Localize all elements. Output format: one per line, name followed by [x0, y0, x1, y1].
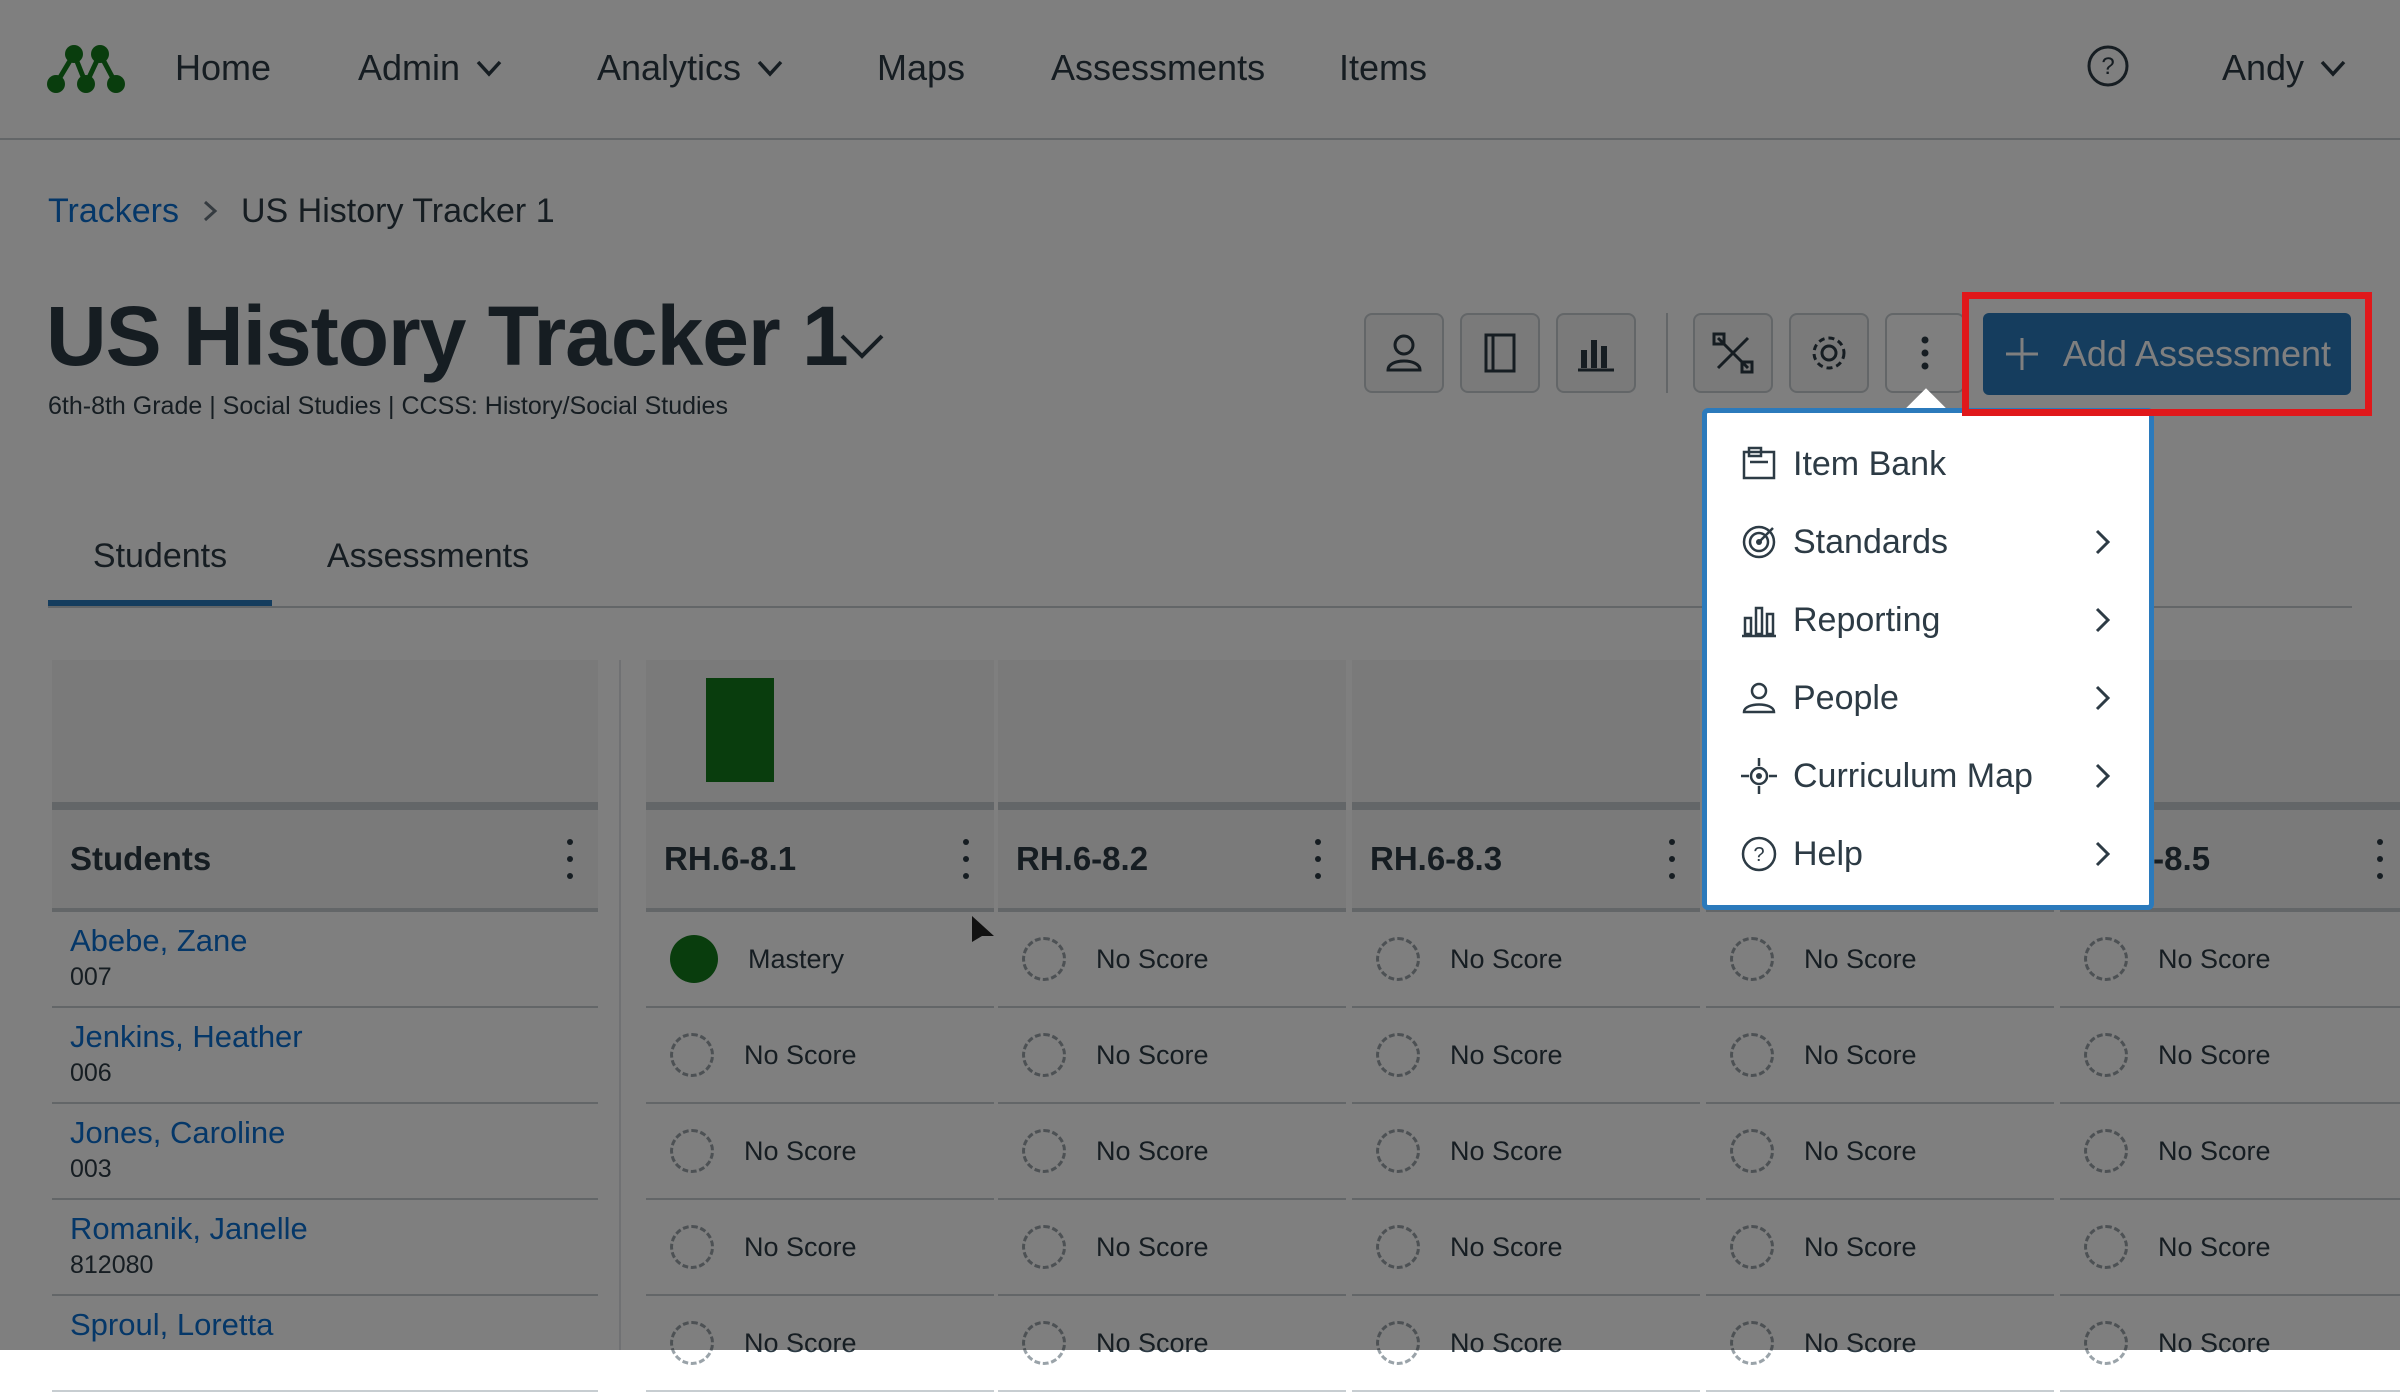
menu-item-label: Help: [1793, 834, 1863, 873]
chevron-right-icon: [2095, 607, 2111, 633]
menu-item-help[interactable]: ? Help: [1707, 815, 2149, 893]
menu-item-label: Curriculum Map: [1793, 756, 2033, 795]
more-options-menu: Item Bank Standards Reporting People Cur…: [1702, 408, 2154, 910]
menu-item-item-bank[interactable]: Item Bank: [1707, 425, 2149, 503]
chevron-right-icon: [2095, 529, 2111, 555]
menu-item-reporting[interactable]: Reporting: [1707, 581, 2149, 659]
menu-item-label: People: [1793, 678, 1899, 717]
chevron-right-icon: [2095, 685, 2111, 711]
reporting-icon: [1742, 606, 1776, 638]
people-icon: [1742, 682, 1776, 714]
highlight-box: [1962, 292, 2372, 416]
menu-item-label: Reporting: [1793, 600, 1941, 639]
menu-item-people[interactable]: People: [1707, 659, 2149, 737]
curriculum-map-icon: [1741, 758, 1777, 794]
menu-item-standards[interactable]: Standards: [1707, 503, 2149, 581]
chevron-right-icon: [2095, 763, 2111, 789]
item-bank-icon: [1742, 446, 1776, 480]
chevron-right-icon: [2095, 841, 2111, 867]
mouse-cursor-icon: [972, 916, 994, 942]
menu-item-label: Item Bank: [1793, 444, 1947, 483]
target-icon: [1742, 525, 1776, 559]
menu-item-curriculum-map[interactable]: Curriculum Map: [1707, 737, 2149, 815]
menu-item-label: Standards: [1793, 522, 1948, 561]
help-icon: ?: [1741, 836, 1777, 872]
svg-text:?: ?: [1753, 844, 1764, 866]
